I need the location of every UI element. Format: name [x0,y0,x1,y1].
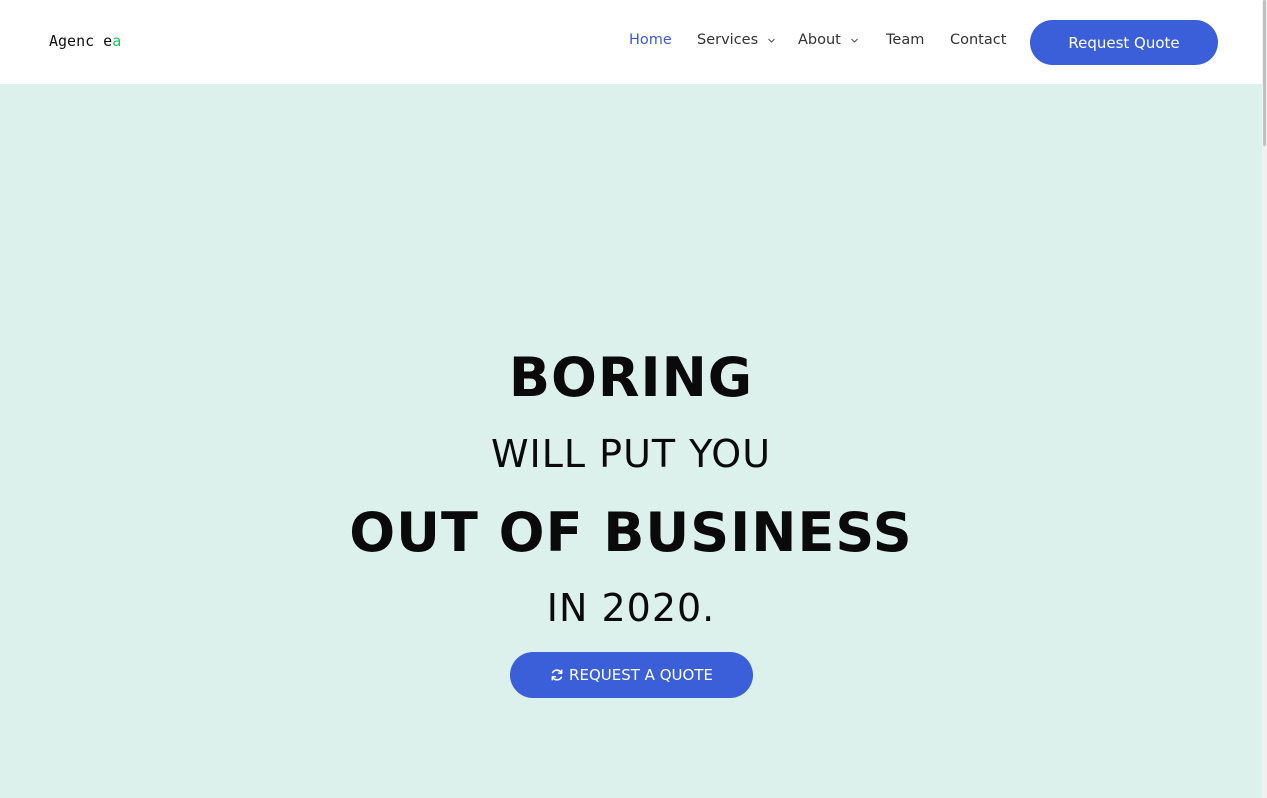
nav-item-home[interactable]: Home [629,32,672,48]
nav-item-label: About [798,32,841,48]
nav-item-about[interactable]: About [798,32,859,48]
request-quote-label: Request Quote [1068,33,1180,52]
page: Agenc ea Home Services About Team Contac… [0,0,1267,798]
chevron-down-icon [767,36,776,45]
chevron-down-icon [850,36,859,45]
page-scrollbar[interactable] [1262,0,1267,798]
nav-item-team[interactable]: Team [886,32,924,48]
refresh-icon [550,668,564,682]
hero-headline-out-of-business: OUT OF BUSINESS [349,501,913,564]
site-header: Agenc ea Home Services About Team Contac… [0,0,1262,84]
logo-text: Agenc e [49,32,113,50]
request-quote-button[interactable]: Request Quote [1030,20,1218,65]
hero-headline-year: IN 2020. [546,586,716,630]
nav-item-label: Home [629,32,672,48]
hero-request-quote-button[interactable]: REQUEST A QUOTE [510,652,753,698]
nav-item-contact[interactable]: Contact [950,32,1006,48]
hero-cta-label: REQUEST A QUOTE [569,666,713,684]
scrollbar-thumb[interactable] [1263,0,1266,146]
nav-item-label: Team [886,32,925,48]
site-logo[interactable]: Agenc ea [49,32,121,50]
nav-item-label: Contact [950,32,1007,48]
logo-accent-letter: a [112,32,122,50]
hero-headline-boring: BORING [508,346,754,409]
hero-headline-will-put-you: WILL PUT YOU [490,432,772,476]
hero-section: BORING WILL PUT YOU OUT OF BUSINESS IN 2… [0,84,1262,798]
nav-item-label: Services [697,32,759,48]
nav-item-services[interactable]: Services [697,32,776,48]
